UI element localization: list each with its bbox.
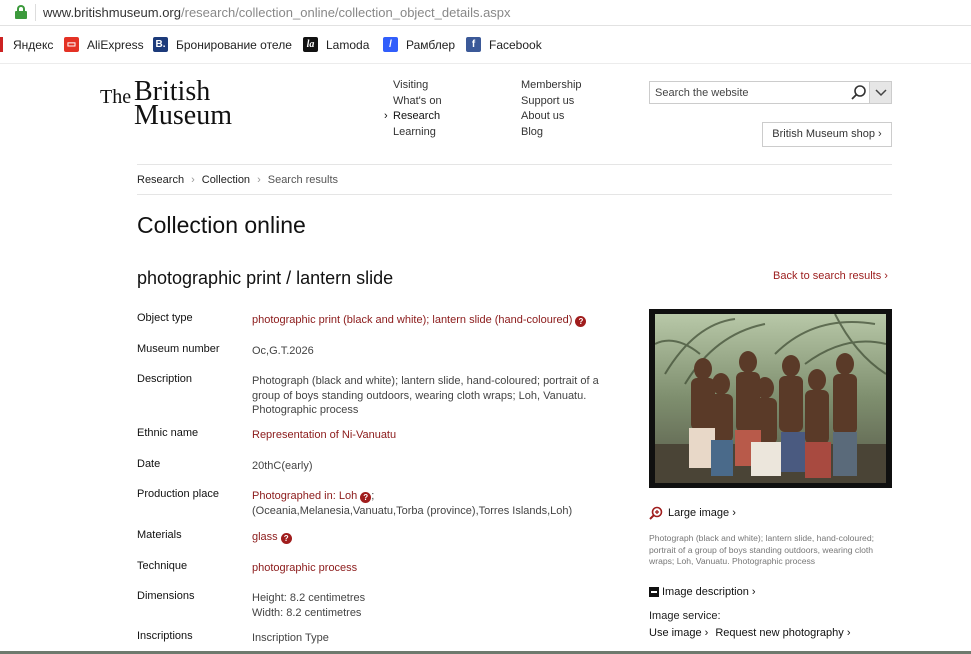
object-type-link[interactable]: photographic print (black and white); la… xyxy=(252,314,572,326)
value-description: Photograph (black and white); lantern sl… xyxy=(252,375,599,416)
bookmark-yandex[interactable]: Яндекс xyxy=(0,37,53,52)
production-place-link[interactable]: Photographed in: Loh xyxy=(252,490,357,502)
booking-icon: B. xyxy=(153,37,168,52)
bookmarks-bar: Яндекс ▭ AliExpress B. Бронирование отел… xyxy=(0,26,971,64)
label-materials: Materials xyxy=(137,529,182,541)
nav-research[interactable]: Research xyxy=(384,110,442,126)
value-production-place: Photographed in: Loh?; (Oceania,Melanesi… xyxy=(252,490,573,517)
zoom-icon xyxy=(649,506,663,520)
value-materials: glass? xyxy=(252,530,612,545)
label-museum-number: Museum number xyxy=(137,343,220,355)
help-icon[interactable]: ? xyxy=(280,533,292,544)
bookmark-lamoda[interactable]: la Lamoda xyxy=(303,37,369,52)
lock-icon xyxy=(15,5,27,19)
divider xyxy=(137,194,892,195)
breadcrumb-current: Search results xyxy=(267,174,339,186)
back-to-results-link[interactable]: Back to search results › xyxy=(773,270,888,282)
value-ethnic-name: Representation of Ni-Vanuatu xyxy=(252,428,612,443)
ethnic-name-link[interactable]: Representation of Ni-Vanuatu xyxy=(252,429,396,441)
image-description-label: Image description › xyxy=(662,586,756,598)
page-title: Collection online xyxy=(137,212,306,238)
help-icon[interactable]: ? xyxy=(575,316,587,327)
breadcrumb-collection[interactable]: Collection xyxy=(202,174,250,186)
label-ethnic-name: Ethnic name xyxy=(137,427,199,439)
breadcrumb-research[interactable]: Research xyxy=(137,174,184,186)
logo-museum: Museum xyxy=(134,100,232,131)
nav-support-us[interactable]: Support us xyxy=(521,95,582,111)
large-image-link[interactable]: Large image › xyxy=(649,506,736,520)
technique-link[interactable]: photographic process xyxy=(252,562,357,574)
value-date: 20thC(early) xyxy=(252,460,313,472)
search-dropdown-button[interactable] xyxy=(869,82,891,103)
label-description: Description xyxy=(137,373,193,385)
nav-learning[interactable]: Learning xyxy=(393,126,442,142)
nav-whats-on[interactable]: What's on xyxy=(393,95,442,111)
site-search xyxy=(649,81,892,104)
main-nav-col2: Membership Support us About us Blog xyxy=(521,79,582,141)
label-inscriptions: Inscriptions xyxy=(137,630,193,642)
label-object-type: Object type xyxy=(137,312,193,324)
nav-visiting[interactable]: Visiting xyxy=(393,79,442,95)
collapse-icon xyxy=(649,587,659,597)
image-caption: Photograph (black and white); lantern sl… xyxy=(649,533,875,566)
bookmark-facebook[interactable]: f Facebook xyxy=(466,37,542,52)
large-image-label: Large image › xyxy=(668,507,736,519)
bookmark-booking[interactable]: B. Бронирование отеле xyxy=(153,37,292,52)
breadcrumb-separator: › xyxy=(257,174,261,186)
lamoda-icon: la xyxy=(303,37,318,52)
label-dimensions: Dimensions xyxy=(137,590,195,602)
image-description-toggle[interactable]: Image description › xyxy=(649,586,756,598)
facebook-icon: f xyxy=(466,37,481,52)
breadcrumb: Research › Collection › Search results xyxy=(137,174,338,186)
nav-membership[interactable]: Membership xyxy=(521,79,582,95)
production-place-hierarchy: (Oceania,Melanesia,Vanuatu,Torba (provin… xyxy=(252,504,573,517)
aliexpress-icon: ▭ xyxy=(64,37,79,52)
bookmark-aliexpress[interactable]: ▭ AliExpress xyxy=(64,37,144,52)
help-icon[interactable]: ? xyxy=(360,492,372,503)
value-object-type: photographic print (black and white); la… xyxy=(252,313,612,328)
use-image-link[interactable]: Use image › xyxy=(649,627,708,639)
chevron-down-icon xyxy=(875,89,887,97)
bookmark-rambler[interactable]: / Рамблер xyxy=(383,37,455,52)
value-museum-number: Oc,G.T.2026 xyxy=(252,345,314,357)
address-bar[interactable]: www.britishmuseum.org/research/collectio… xyxy=(0,0,971,26)
object-title: photographic print / lantern slide xyxy=(137,268,394,288)
value-technique: photographic process xyxy=(252,561,612,576)
yandex-icon xyxy=(0,37,3,52)
request-photography-link[interactable]: Request new photography › xyxy=(715,627,850,639)
label-date: Date xyxy=(137,458,161,470)
value-dimensions: Height: 8.2 centimetres Width: 8.2 centi… xyxy=(252,591,612,620)
object-photo[interactable] xyxy=(649,309,892,488)
breadcrumb-separator: › xyxy=(191,174,195,186)
group-portrait-image xyxy=(655,314,886,483)
url-text[interactable]: www.britishmuseum.org/research/collectio… xyxy=(43,5,511,20)
label-technique: Technique xyxy=(137,560,188,572)
rambler-icon: / xyxy=(383,37,398,52)
nav-blog[interactable]: Blog xyxy=(521,126,582,142)
address-divider xyxy=(35,4,36,21)
main-nav-col1: Visiting What's on Research Learning xyxy=(384,79,442,142)
label-production-place: Production place xyxy=(137,488,219,500)
search-input[interactable] xyxy=(650,82,848,103)
shop-button[interactable]: British Museum shop › xyxy=(762,122,892,147)
search-icon[interactable] xyxy=(850,84,868,102)
dimension-height: Height: 8.2 centimetres xyxy=(252,592,366,604)
image-service-links: Use image › Request new photography › xyxy=(649,627,855,639)
dimension-width: Width: 8.2 centimetres xyxy=(252,606,362,619)
nav-about-us[interactable]: About us xyxy=(521,110,582,126)
logo-the: The xyxy=(100,86,132,108)
divider xyxy=(137,164,892,165)
value-inscriptions: Inscription Type xyxy=(252,632,329,644)
materials-link[interactable]: glass xyxy=(252,531,278,543)
image-service-label: Image service: xyxy=(649,610,721,622)
